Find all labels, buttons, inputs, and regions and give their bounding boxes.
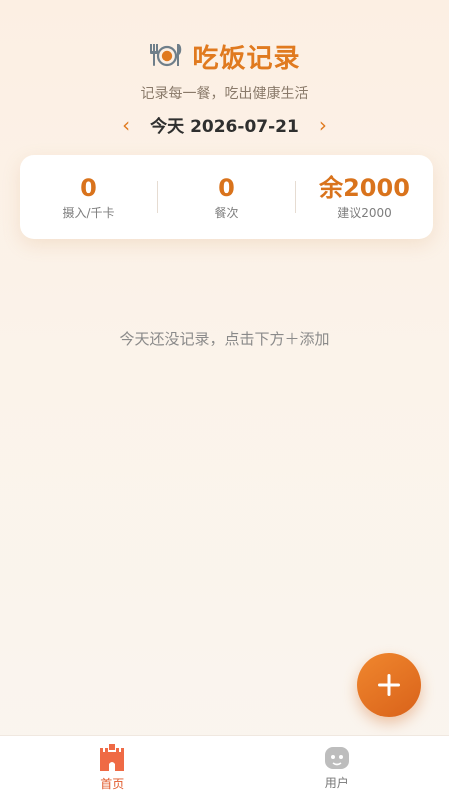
bottom-tab-bar: 首页 用户 bbox=[0, 735, 449, 800]
remaining-calories-stat: 余2000 建议2000 bbox=[296, 174, 433, 221]
calorie-intake-label: 摄入/千卡 bbox=[62, 205, 115, 220]
meal-count-value: 0 bbox=[218, 173, 235, 202]
daily-summary-card: 0 摄入/千卡 0 餐次 余2000 建议2000 bbox=[20, 155, 433, 239]
tab-user[interactable]: 用户 bbox=[225, 736, 449, 800]
recommended-calories-label: 建议2000 bbox=[337, 205, 392, 220]
castle-icon bbox=[100, 744, 125, 771]
page-subtitle: 记录每一餐，吃出健康生活 bbox=[140, 86, 309, 102]
title-row: 吃饭记录 bbox=[0, 38, 449, 75]
plate-cutlery-icon bbox=[148, 41, 184, 73]
calorie-intake-stat: 0 摄入/千卡 bbox=[20, 174, 157, 221]
meal-count-label: 餐次 bbox=[214, 205, 239, 220]
empty-state-message: 今天还没记录，点击下方＋添加 bbox=[119, 330, 330, 348]
plus-icon bbox=[378, 674, 400, 696]
prev-day-button[interactable]: ‹ bbox=[116, 115, 136, 135]
remaining-calories-value: 余2000 bbox=[319, 173, 410, 202]
tab-home[interactable]: 首页 bbox=[0, 736, 225, 800]
app-header: 吃饭记录 记录每一餐，吃出健康生活 bbox=[0, 38, 449, 103]
calorie-intake-value: 0 bbox=[80, 173, 97, 202]
add-meal-button[interactable] bbox=[357, 653, 421, 717]
current-date: 今天 2026-07-21 bbox=[150, 117, 299, 137]
meal-count-stat: 0 餐次 bbox=[158, 174, 295, 221]
tab-user-label: 用户 bbox=[324, 776, 349, 790]
tab-home-label: 首页 bbox=[100, 777, 125, 791]
user-avatar-icon bbox=[324, 747, 349, 769]
date-navigator: ‹ 今天 2026-07-21 › bbox=[0, 112, 449, 138]
next-day-button[interactable]: › bbox=[313, 115, 333, 135]
page-title: 吃饭记录 bbox=[192, 44, 301, 74]
